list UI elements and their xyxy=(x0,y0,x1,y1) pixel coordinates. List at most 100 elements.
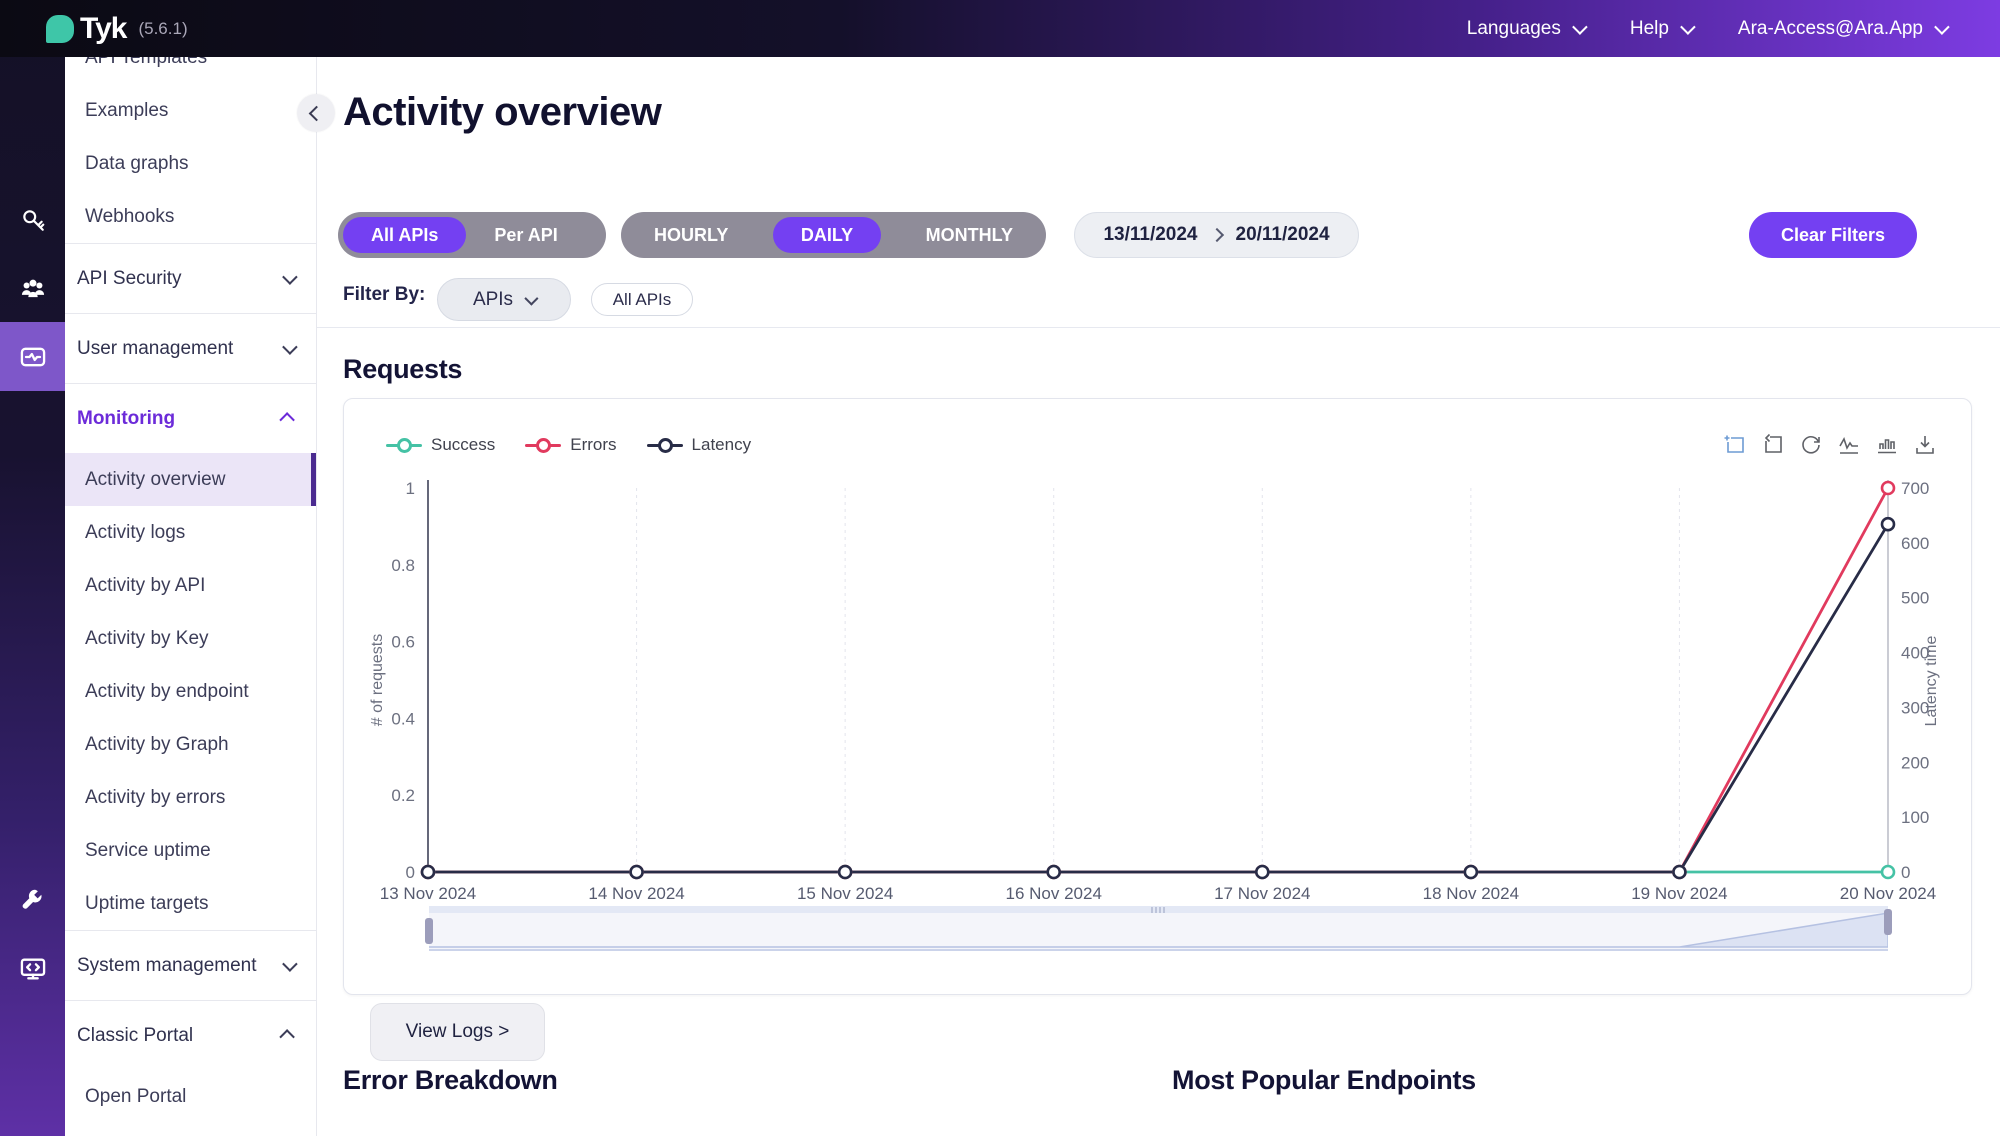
svg-text:Latency time: Latency time xyxy=(1923,636,1940,727)
chevron-down-icon xyxy=(282,339,298,355)
sidebar-collapse-button[interactable] xyxy=(297,94,335,132)
sidebar-item-webhooks[interactable]: Webhooks xyxy=(65,190,316,243)
datazoom-slider[interactable] xyxy=(425,906,1892,951)
sidebar-section-classic-portal[interactable]: Classic Portal xyxy=(65,1000,316,1070)
sidebar: API Templates Examples Data graphs Webho… xyxy=(65,57,317,1136)
filters-divider xyxy=(316,327,2000,328)
sidebar-item-activity-by-graph[interactable]: Activity by Graph xyxy=(65,718,316,771)
api-security-key-icon[interactable] xyxy=(0,193,65,247)
languages-menu[interactable]: Languages xyxy=(1466,17,1588,40)
sidebar-item-api-templates[interactable]: API Templates xyxy=(65,57,316,84)
top-header: Tyk (5.6.1) Languages Help Ara-Access@Ar… xyxy=(0,0,2000,57)
svg-text:14 Nov 2024: 14 Nov 2024 xyxy=(588,884,684,903)
chevron-down-icon xyxy=(1680,19,1696,35)
svg-text:17 Nov 2024: 17 Nov 2024 xyxy=(1214,884,1310,903)
sidebar-item-settings[interactable]: Settings xyxy=(65,1123,316,1136)
filter-by-label: Filter By: xyxy=(343,284,426,305)
chevron-up-icon xyxy=(279,1029,295,1045)
chevron-down-icon xyxy=(282,269,298,285)
header-nav: Languages Help Ara-Access@Ara.App xyxy=(1466,0,1950,57)
requests-line-chart: 00.20.40.60.810100200300400500600700# of… xyxy=(369,479,1940,903)
date-to: 20/11/2024 xyxy=(1235,224,1330,245)
svg-text:500: 500 xyxy=(1901,589,1929,608)
sidebar-item-data-graphs[interactable]: Data graphs xyxy=(65,137,316,190)
sidebar-section-system-management[interactable]: System management xyxy=(65,930,316,1000)
sidebar-item-service-uptime[interactable]: Service uptime xyxy=(65,824,316,877)
tyk-leaf-icon xyxy=(46,14,74,43)
sidebar-item-uptime-targets[interactable]: Uptime targets xyxy=(65,877,316,930)
classic-portal-label: Classic Portal xyxy=(77,1024,194,1046)
popular-endpoints-heading: Most Popular Endpoints xyxy=(1172,1065,1476,1095)
languages-label: Languages xyxy=(1466,17,1561,39)
svg-text:# of requests: # of requests xyxy=(369,634,386,727)
chevron-right-icon xyxy=(1209,227,1224,243)
all-apis-toggle[interactable]: All APIs xyxy=(343,217,467,253)
account-label: Ara-Access@Ara.App xyxy=(1737,17,1923,39)
datazoom-left-handle[interactable] xyxy=(425,918,433,944)
sidebar-item-activity-overview[interactable]: Activity overview xyxy=(65,453,316,506)
api-security-label: API Security xyxy=(77,267,182,289)
requests-chart-card: Success Errors Latency 0 0.2 0.4 0.6 0.8… xyxy=(343,398,1972,995)
sidebar-item-activity-by-errors[interactable]: Activity by errors xyxy=(65,771,316,824)
user-management-label: User management xyxy=(77,337,234,359)
datazoom-right-handle[interactable] xyxy=(1884,909,1892,935)
clear-filters-button[interactable]: Clear Filters xyxy=(1749,212,1917,258)
logo-text: Tyk xyxy=(80,11,127,45)
monitoring-label: Monitoring xyxy=(77,407,176,429)
svg-text:0.2: 0.2 xyxy=(391,786,415,805)
sidebar-section-user-management[interactable]: User management xyxy=(65,313,316,383)
svg-text:15 Nov 2024: 15 Nov 2024 xyxy=(797,884,893,903)
tyk-dashboard: Tyk (5.6.1) Languages Help Ara-Access@Ar… xyxy=(0,0,2000,1136)
help-label: Help xyxy=(1629,17,1669,39)
sidebar-section-monitoring[interactable]: Monitoring xyxy=(65,383,316,453)
system-management-label: System management xyxy=(77,954,257,976)
chevron-down-icon xyxy=(1571,19,1588,35)
svg-text:18 Nov 2024: 18 Nov 2024 xyxy=(1423,884,1519,903)
filter-value-chip[interactable]: All APIs xyxy=(591,283,693,316)
filter-type-value: APIs xyxy=(472,288,514,310)
monitoring-chart-icon[interactable] xyxy=(0,330,65,384)
per-api-toggle[interactable]: Per API xyxy=(466,217,585,253)
svg-text:19 Nov 2024: 19 Nov 2024 xyxy=(1631,884,1727,903)
chevron-down-icon xyxy=(282,956,298,972)
sidebar-section-api-security[interactable]: API Security xyxy=(65,243,316,313)
svg-text:1: 1 xyxy=(406,479,415,498)
chevron-down-icon xyxy=(1934,19,1950,35)
svg-text:200: 200 xyxy=(1901,753,1929,772)
svg-text:20 Nov 2024: 20 Nov 2024 xyxy=(1840,884,1936,903)
svg-text:0.4: 0.4 xyxy=(391,709,415,728)
view-logs-button[interactable]: View Logs > xyxy=(370,1003,545,1061)
scope-toggle-group: All APIs Per API xyxy=(338,212,606,258)
monthly-toggle[interactable]: MONTHLY xyxy=(898,217,1041,253)
svg-text:100: 100 xyxy=(1901,808,1929,827)
svg-text:16 Nov 2024: 16 Nov 2024 xyxy=(1006,884,1102,903)
svg-text:700: 700 xyxy=(1901,479,1929,498)
requests-heading: Requests xyxy=(343,354,463,384)
filter-type-dropdown[interactable]: APIs xyxy=(437,278,571,321)
help-menu[interactable]: Help xyxy=(1629,17,1696,40)
sidebar-item-activity-by-endpoint[interactable]: Activity by endpoint xyxy=(65,665,316,718)
main-content: Activity overview All APIs Per API HOURL… xyxy=(316,57,2000,1136)
page-title: Activity overview xyxy=(343,90,662,134)
hourly-toggle[interactable]: HOURLY xyxy=(626,217,756,253)
user-management-users-icon[interactable] xyxy=(0,262,65,316)
date-range-picker[interactable]: 13/11/2024 20/11/2024 xyxy=(1074,212,1359,258)
date-from: 13/11/2024 xyxy=(1103,224,1198,245)
tyk-logo[interactable]: Tyk (5.6.1) xyxy=(46,12,188,46)
sidebar-item-activity-logs[interactable]: Activity logs xyxy=(65,506,316,559)
chevron-down-icon xyxy=(524,291,539,306)
classic-portal-monitor-icon[interactable] xyxy=(0,942,65,996)
period-toggle-group: HOURLY DAILY MONTHLY xyxy=(621,212,1046,258)
svg-text:0: 0 xyxy=(406,863,415,882)
icon-rail xyxy=(0,0,65,1136)
datazoom-move-grip[interactable] xyxy=(1151,907,1165,913)
sidebar-item-open-portal[interactable]: Open Portal xyxy=(65,1070,316,1123)
sidebar-item-activity-by-key[interactable]: Activity by Key xyxy=(65,612,316,665)
account-menu[interactable]: Ara-Access@Ara.App xyxy=(1737,17,1950,40)
sidebar-item-activity-by-api[interactable]: Activity by API xyxy=(65,559,316,612)
sidebar-item-examples[interactable]: Examples xyxy=(65,84,316,137)
daily-toggle[interactable]: DAILY xyxy=(772,217,882,253)
chevron-left-icon xyxy=(308,105,324,121)
svg-text:13 Nov 2024: 13 Nov 2024 xyxy=(380,884,476,903)
system-management-wrench-icon[interactable] xyxy=(0,873,65,927)
